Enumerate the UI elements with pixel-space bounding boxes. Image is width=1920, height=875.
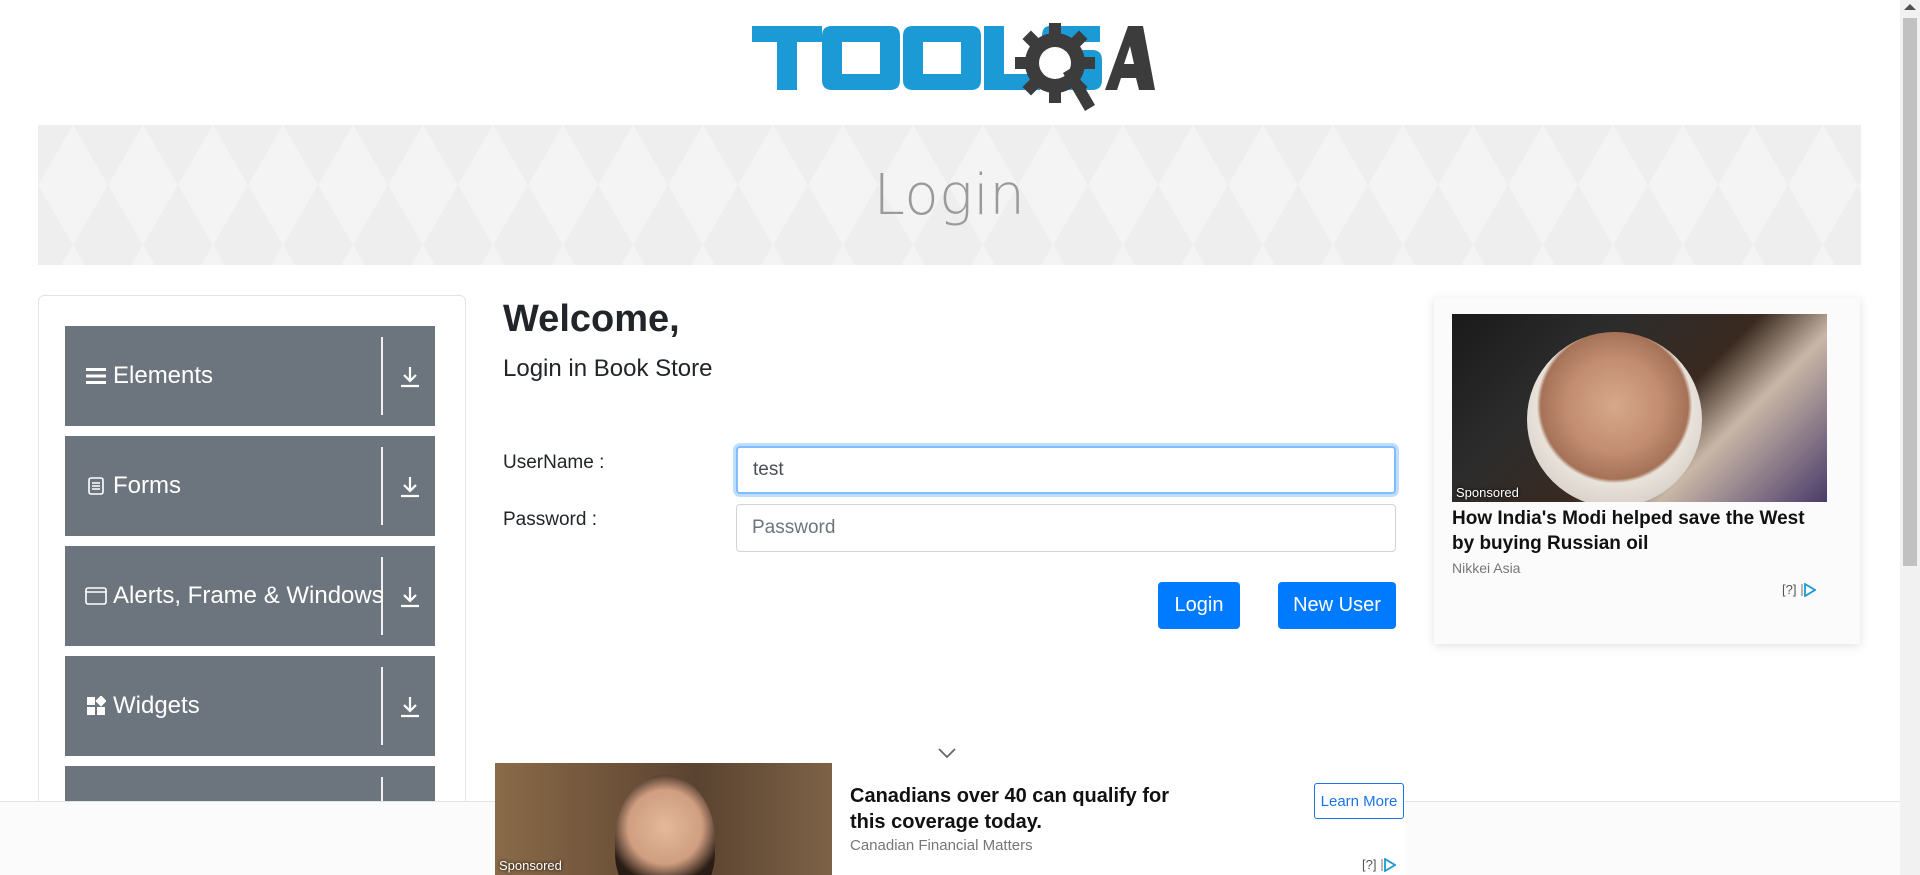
document-icon [85, 475, 107, 497]
toolsqa-logo[interactable] [750, 18, 1155, 118]
sponsored-tag: Sponsored [1456, 485, 1519, 500]
divider [381, 557, 383, 635]
scrollbar-thumb[interactable] [1903, 18, 1917, 566]
scroll-up-arrow-icon[interactable] [1904, 4, 1916, 10]
ad-photo-portrait [1527, 332, 1702, 502]
adchoices-help[interactable]: [?] [1782, 582, 1796, 597]
window-icon [85, 585, 107, 607]
login-subtitle: Login in Book Store [503, 355, 713, 382]
sidebar-group-forms[interactable]: Forms [65, 436, 435, 536]
password-input[interactable] [736, 504, 1396, 552]
sidebar: Elements Forms Alerts, Frame & Windows W… [38, 295, 466, 855]
adchoices[interactable]: [?] [1782, 582, 1817, 597]
ad-headline[interactable]: How India's Modi helped save the West by… [1452, 506, 1832, 556]
ad-source[interactable]: Canadian Financial Matters [850, 837, 1033, 854]
chevron-down-icon[interactable] [936, 746, 958, 760]
adchoices-help[interactable]: [?] [1362, 857, 1376, 872]
adchoices[interactable]: [?] [1362, 857, 1397, 872]
divider [381, 667, 383, 745]
sidebar-group-label: Elements [113, 362, 214, 389]
divider [381, 337, 383, 415]
learn-more-button[interactable]: Learn More [1314, 783, 1404, 819]
adchoices-icon[interactable] [1380, 857, 1397, 872]
username-label: UserName : [503, 452, 605, 473]
sidebar-group-label: Alerts, Frame & Windows [113, 582, 384, 609]
download-icon[interactable] [395, 694, 425, 720]
ad-photo-portrait [615, 775, 715, 875]
ad-source[interactable]: Nikkei Asia [1452, 560, 1520, 576]
sidebar-group-elements[interactable]: Elements [65, 326, 435, 426]
sidebar-group-label: Forms [113, 472, 181, 499]
sponsored-ad-bottom[interactable]: Sponsored Canadians over 40 can qualify … [495, 763, 1405, 875]
sponsored-tag: Sponsored [499, 858, 562, 873]
adchoices-icon[interactable] [1800, 582, 1817, 597]
download-icon[interactable] [395, 474, 425, 500]
sidebar-group-label: Widgets [113, 692, 200, 719]
hamburger-icon [85, 365, 107, 387]
page-banner: Login [38, 125, 1861, 265]
vertical-scrollbar[interactable] [1900, 0, 1920, 875]
password-label: Password : [503, 509, 597, 530]
new-user-button[interactable]: New User [1278, 582, 1396, 629]
ad-image[interactable]: Sponsored [495, 763, 832, 875]
username-input[interactable] [736, 446, 1396, 494]
widgets-icon [85, 695, 107, 717]
page-title: Login [873, 163, 1026, 228]
sidebar-group-widgets[interactable]: Widgets [65, 656, 435, 756]
sidebar-group-alerts-frame-windows[interactable]: Alerts, Frame & Windows [65, 546, 435, 646]
divider [381, 447, 383, 525]
download-icon[interactable] [395, 364, 425, 390]
welcome-heading: Welcome, [503, 298, 680, 340]
sponsored-ad-right[interactable]: Sponsored How India's Modi helped save t… [1434, 298, 1860, 644]
login-button[interactable]: Login [1158, 582, 1240, 629]
ad-headline[interactable]: Canadians over 40 can qualify for this c… [850, 783, 1210, 835]
ad-image[interactable]: Sponsored [1452, 314, 1827, 502]
download-icon[interactable] [395, 584, 425, 610]
header [0, 0, 1900, 125]
